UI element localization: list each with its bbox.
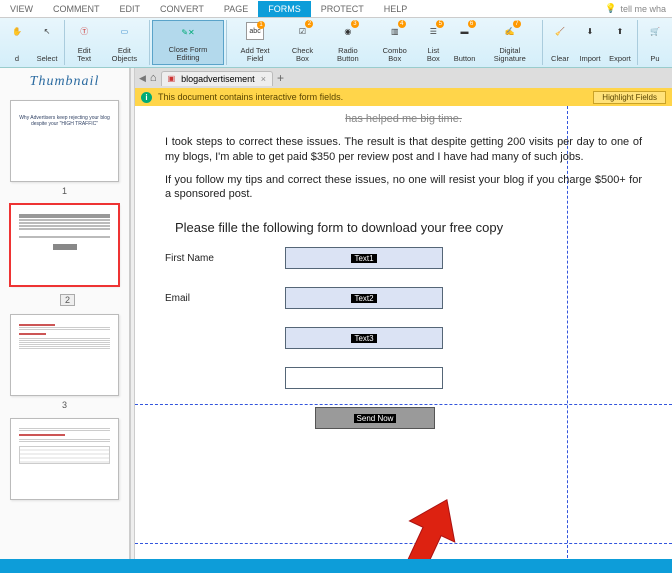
thumbnail-scroll[interactable]: Why Advertisers keep rejecting your blog… — [0, 96, 129, 573]
radio-button-button[interactable]: ◉3Radio Button — [323, 20, 372, 65]
text-field-icon: abc1 — [246, 22, 264, 40]
button-button[interactable]: ▬6Button — [450, 20, 480, 65]
tell-me-text: tell me wha — [620, 4, 666, 14]
menu-tab-view[interactable]: VIEW — [0, 1, 43, 17]
collapse-icon[interactable]: ◀ — [139, 73, 146, 84]
menu-tab-page[interactable]: PAGE — [214, 1, 258, 17]
field-email[interactable]: Text2 — [285, 287, 443, 309]
export-icon: ⬆ — [611, 22, 629, 40]
edit-text-button[interactable]: ⓉEdit Text — [67, 20, 101, 65]
publish-button[interactable]: 🛒Pu — [640, 20, 670, 65]
clear-icon: 🧹 — [551, 22, 569, 40]
menu-tab-convert[interactable]: CONVERT — [150, 1, 214, 17]
list-box-button[interactable]: ☰5List Box — [417, 20, 449, 65]
workspace: Thumbnail Why Advertisers keep rejecting… — [0, 68, 672, 573]
thumbnail-page-1[interactable]: Why Advertisers keep rejecting your blog… — [10, 100, 119, 182]
field-first-name[interactable]: Text1 — [285, 247, 443, 269]
document-tab[interactable]: ▣ blogadvertisement × — [161, 71, 273, 86]
close-tab-icon[interactable]: × — [261, 74, 266, 84]
form-heading: Please fille the following form to downl… — [175, 220, 642, 235]
thumbnail-panel: Thumbnail Why Advertisers keep rejecting… — [0, 68, 130, 573]
document-area: ◀ ⌂ ▣ blogadvertisement × + i This docum… — [135, 68, 672, 573]
pdf-icon: ▣ — [168, 74, 176, 83]
add-text-field-button[interactable]: abc1Add Text Field — [229, 20, 282, 65]
clear-button[interactable]: 🧹Clear — [545, 20, 575, 65]
check-box-button[interactable]: ☑2Check Box — [282, 20, 324, 65]
ribbon: ✋d ↖Select ⓉEdit Text ▭Edit Objects ✎✕Cl… — [0, 18, 672, 68]
export-button[interactable]: ⬆Export — [605, 20, 635, 65]
cart-icon: 🛒 — [646, 22, 664, 40]
check-box-icon: ☑2 — [293, 22, 311, 40]
select-tool[interactable]: ↖Select — [32, 20, 62, 65]
label-email: Email — [165, 293, 255, 304]
menubar: VIEW COMMENT EDIT CONVERT PAGE FORMS PRO… — [0, 0, 672, 18]
label-first-name: First Name — [165, 253, 255, 264]
p2: If you follow my tips and correct these … — [165, 173, 642, 203]
info-bar: i This document contains interactive for… — [135, 88, 672, 106]
add-tab-icon[interactable]: + — [277, 71, 284, 85]
button-icon: ▬6 — [456, 22, 474, 40]
thumbnail-page-4[interactable] — [10, 418, 119, 500]
edit-objects-button[interactable]: ▭Edit Objects — [101, 20, 147, 65]
menu-tab-comment[interactable]: COMMENT — [43, 1, 110, 17]
combo-icon: ▥4 — [386, 22, 404, 40]
combo-box-button[interactable]: ▥4Combo Box — [372, 20, 417, 65]
thumbnail-page-3[interactable] — [10, 314, 119, 396]
field-text3[interactable]: Text3 — [285, 327, 443, 349]
hand-tool[interactable]: ✋d — [2, 20, 32, 65]
radio-icon: ◉3 — [339, 22, 357, 40]
signature-icon: ✍7 — [501, 22, 519, 40]
close-form-editing-button[interactable]: ✎✕Close Form Editing — [152, 20, 223, 65]
edit-text-icon: Ⓣ — [75, 22, 93, 40]
tab-label: blogadvertisement — [181, 74, 255, 84]
bulb-icon: 💡 — [605, 3, 616, 14]
tab-strip: ◀ ⌂ ▣ blogadvertisement × + — [135, 68, 672, 88]
hand-icon: ✋ — [8, 22, 26, 40]
menu-tab-edit[interactable]: EDIT — [110, 1, 151, 17]
page-content: has helped me big time. I took steps to … — [135, 106, 672, 449]
digital-signature-button[interactable]: ✍7Digital Signature — [480, 20, 540, 65]
thumbnail-title: Thumbnail — [0, 68, 129, 96]
cursor-icon: ↖ — [38, 22, 56, 40]
p0: has helped me big time. — [165, 112, 642, 127]
send-now-button[interactable]: Send Now — [315, 407, 435, 429]
thumb-num-1: 1 — [10, 186, 119, 196]
info-icon: i — [141, 92, 152, 103]
tell-me-search[interactable]: 💡 tell me wha — [599, 3, 672, 14]
p1: I took steps to correct these issues. Th… — [165, 135, 642, 165]
menu-tab-help[interactable]: HELP — [374, 1, 418, 17]
field-blank[interactable] — [285, 367, 443, 389]
home-icon[interactable]: ⌂ — [150, 72, 157, 84]
info-message: This document contains interactive form … — [158, 92, 343, 102]
import-button[interactable]: ⬇Import — [575, 20, 605, 65]
thumb-num-3: 3 — [10, 400, 119, 410]
status-bar — [0, 559, 672, 573]
page-scroll[interactable]: has helped me big time. I took steps to … — [135, 106, 672, 573]
edit-objects-icon: ▭ — [115, 22, 133, 40]
highlight-fields-button[interactable]: Highlight Fields — [593, 91, 666, 104]
list-icon: ☰5 — [424, 22, 442, 40]
thumbnail-page-2[interactable] — [10, 204, 119, 286]
thumb-num-2: 2 — [60, 294, 75, 306]
menu-tab-forms[interactable]: FORMS — [258, 1, 311, 17]
import-icon: ⬇ — [581, 22, 599, 40]
menu-tab-protect[interactable]: PROTECT — [311, 1, 374, 17]
close-form-icon: ✎✕ — [179, 23, 197, 41]
